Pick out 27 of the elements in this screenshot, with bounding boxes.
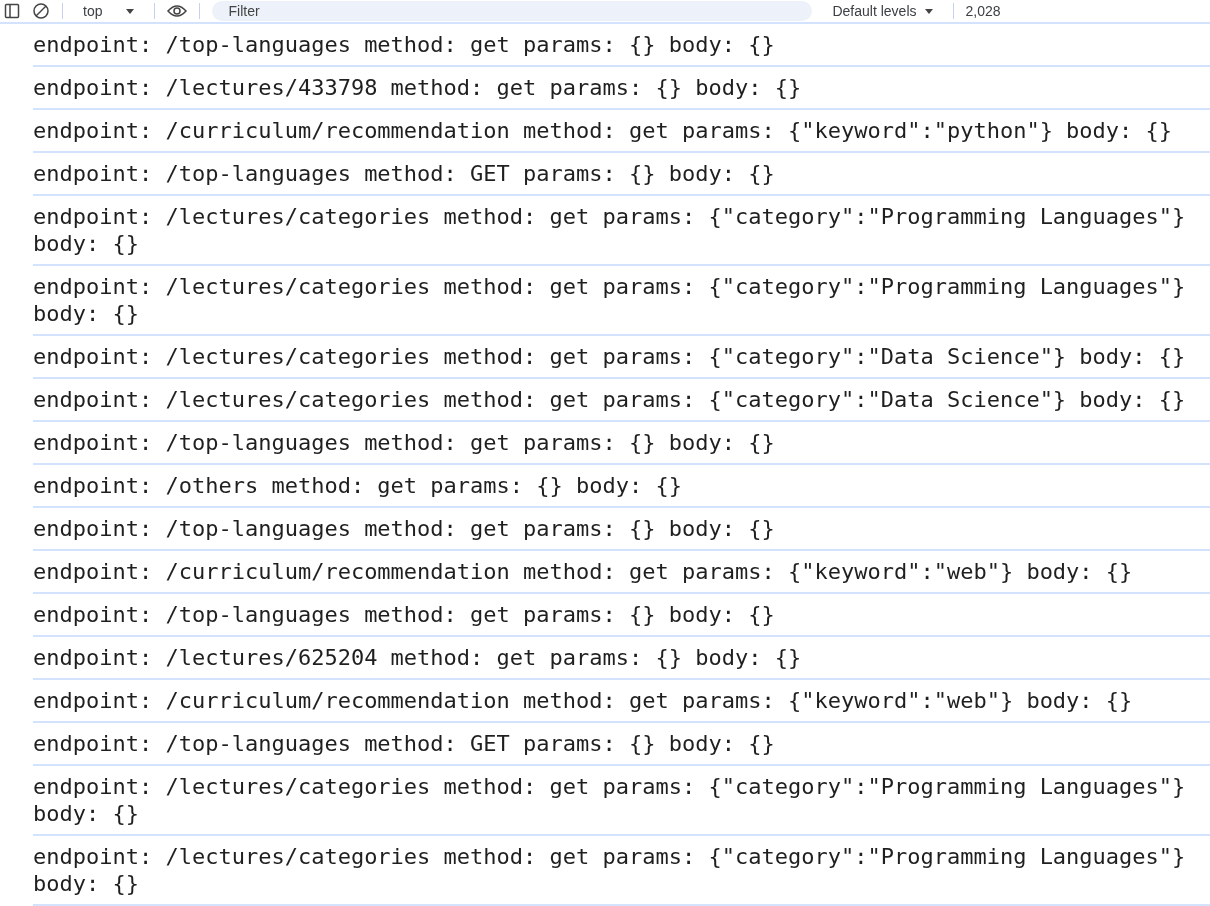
eye-icon[interactable]: [167, 3, 188, 19]
log-message: endpoint: /top-languages method: get params: {} body: {}: [33, 508, 1210, 551]
log-message: endpoint: /lectures/categories method: get params: {"category":"Data Science"} body: {}: [33, 379, 1210, 422]
log-message: endpoint: /lectures/categories method: get params: {"category":"Programming Languages"} body: {}: [33, 766, 1210, 836]
log-message: endpoint: /lectures/categories method: get params: {"category":"Programming Languages"} body: {}: [33, 266, 1210, 336]
log-message: endpoint: /curriculum/recommendation method: get params: {"keyword":"python"} body: {}: [33, 110, 1210, 153]
log-message: endpoint: /lectures/625204 method: get params: {} body: {}: [33, 637, 1210, 680]
filter-field[interactable]: Filter: [212, 1, 813, 21]
log-message: endpoint: /top-languages method: get params: {} body: {}: [33, 24, 1210, 67]
clear-icon[interactable]: [32, 2, 50, 20]
log-message: endpoint: /top-languages method: get params: {} body: {}: [33, 594, 1210, 637]
log-message: endpoint: /curriculum/recommendation method: get params: {"keyword":"web"} body: {}: [33, 551, 1210, 594]
levels-dropdown[interactable]: Default levels: [824, 0, 941, 22]
log-message: endpoint: /top-languages method: GET params: {} body: {}: [33, 153, 1210, 196]
sidebar-icon[interactable]: [4, 3, 20, 19]
log-message: endpoint: /curriculum/recommendation method: get params: {"keyword":"web"} body: {}: [33, 680, 1210, 723]
log-message: endpoint: /lectures/433798 method: get params: {} body: {}: [33, 67, 1210, 110]
caret-icon: [126, 8, 135, 14]
caret-icon: [924, 8, 933, 14]
log-message: endpoint: /lectures/categories method: get params: {"category":"Programming Languages"} body: {}: [33, 836, 1210, 906]
log-message: endpoint: /top-languages method: GET params: {} body: {}: [33, 723, 1210, 766]
log-message: endpoint: /others method: get params: {} body: {}: [33, 465, 1210, 508]
log-message: endpoint: /top-languages method: get params: {} body: {}: [33, 422, 1210, 465]
log-message: endpoint: /lectures/categories method: get params: {"category":"Programming Languages"} body: {}: [33, 196, 1210, 266]
issues-count: 2,028: [965, 1, 1001, 21]
context-dropdown[interactable]: top: [75, 0, 143, 22]
log-message: endpoint: /lectures/categories method: get params: {"category":"Data Science"} body: {}: [33, 336, 1210, 379]
